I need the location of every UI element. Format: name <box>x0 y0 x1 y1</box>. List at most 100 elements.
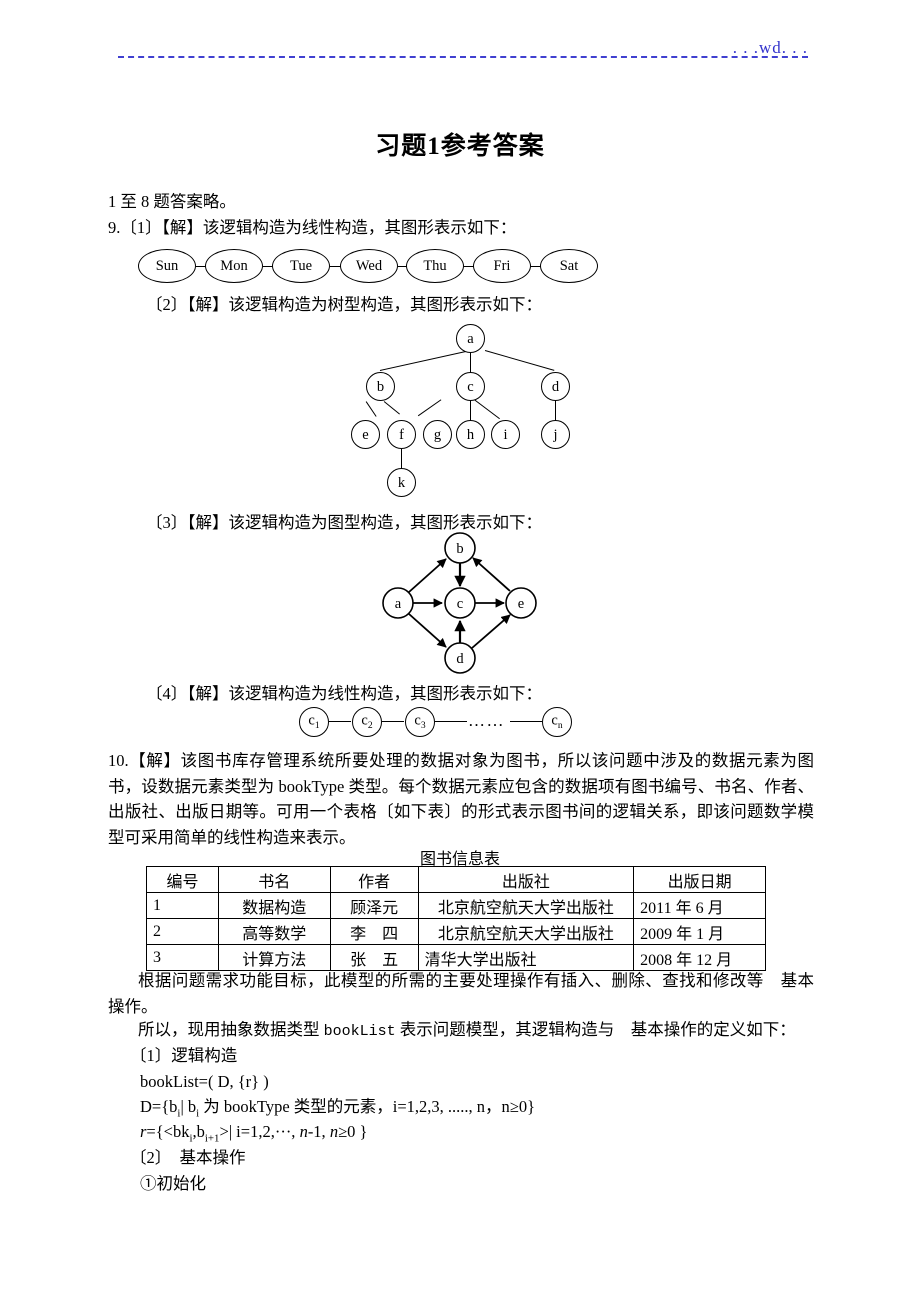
section-basic-operations: 〔2〕 基本操作 <box>130 1148 246 1167</box>
tree-edge-a-b <box>379 350 470 372</box>
tree-node-k: k <box>387 468 416 497</box>
tree-edge-a-d <box>484 350 555 372</box>
c-chain-node-c1: c1 <box>299 707 329 737</box>
tree-node-d: d <box>541 372 570 401</box>
formula-D: D={bi| bi 为 bookType 类型的元素，i=1,2,3, ....… <box>140 1097 536 1120</box>
graph-edge-a-b <box>408 558 447 593</box>
cell-name: 计算方法 <box>217 944 331 971</box>
document-page: . . .wd. . . 习题1参考答案 1 至 8 题答案略。 9.〔1〕【解… <box>0 0 920 1302</box>
table-row: 3 计算方法 张 五 清华大学出版社 2008 年 12 月 <box>146 944 766 971</box>
tree-node-i: i <box>491 420 520 449</box>
c-chain-node-c2: c2 <box>352 707 382 737</box>
c-chain-node-label: c1 <box>308 712 320 732</box>
cell-publisher: 清华大学出版社 <box>417 944 635 971</box>
header-divider <box>118 56 808 58</box>
question-9-1-text: 9.〔1〕【解】该逻辑构造为线性构造，其图形表示如下： <box>108 218 517 237</box>
cell-author: 顾泽元 <box>329 892 419 919</box>
c-chain-edge <box>435 721 467 723</box>
c-chain-ellipsis: …… <box>468 711 505 731</box>
tree-node-label: a <box>467 330 474 347</box>
graph-node-label-e: e <box>518 596 524 612</box>
week-node-wed: Wed <box>340 249 398 283</box>
closing-p2-post: 表示问题模型，其逻辑构造与 基本操作的定义如下： <box>395 1020 796 1039</box>
formula-booklist: bookList=( D, {r} ) <box>140 1072 269 1091</box>
header-watermark: . . .wd. . . <box>732 38 808 57</box>
tree-node-label: k <box>397 474 406 491</box>
tree-node-a: a <box>456 324 485 353</box>
formula-D-part1: D={b <box>140 1097 178 1116</box>
table-row: 2 高等数学 李 四 北京航空航天大学出版社 2009 年 1 月 <box>146 918 766 945</box>
week-node-fri: Fri <box>473 249 531 283</box>
book-info-table: 编号 书名 作者 出版社 出版日期 1 数据构造 顾泽元 北京航空航天大学出版社… <box>146 866 766 971</box>
graph-edge-e-b <box>472 557 511 592</box>
tree-node-g: g <box>423 420 452 449</box>
graph-node-label-d: d <box>456 651 464 667</box>
intro-line: 1 至 8 题答案略。 <box>108 192 236 211</box>
tree-edge-f-k <box>401 449 403 469</box>
closing-paragraph-2: 所以，现用抽象数据类型 bookList 表示问题模型，其逻辑构造与 基本操作的… <box>138 1020 796 1042</box>
graph-diagram: a b c d e <box>382 532 537 674</box>
table-col-publisher: 出版社 <box>417 866 635 893</box>
tree-node-label: j <box>553 426 558 443</box>
c-chain-node-c3: c3 <box>405 707 435 737</box>
c-chain-node-label: cn <box>551 712 563 732</box>
formula-r-part3: ,b <box>192 1122 205 1141</box>
week-node-thu: Thu <box>406 249 464 283</box>
tree-node-label: f <box>399 426 404 443</box>
cell-author: 李 四 <box>329 918 419 945</box>
tree-edge-c-g <box>417 399 442 417</box>
page-header: . . .wd. . . <box>118 38 808 64</box>
week-node-label: Mon <box>220 257 248 274</box>
tree-node-j: j <box>541 420 570 449</box>
graph-node-label-c: c <box>457 596 463 612</box>
tree-node-label: g <box>433 426 442 443</box>
week-node-label: Sun <box>155 257 179 274</box>
formula-r: r={<bki,bi+1>| i=1,2,···, n-1, n≥0 } <box>140 1122 368 1145</box>
cell-date: 2008 年 12 月 <box>633 944 766 971</box>
tree-edge-c-h <box>470 400 472 421</box>
week-node-tue: Tue <box>272 249 330 283</box>
closing-p2-pre: 所以，现用抽象数据类型 <box>138 1020 324 1039</box>
cell-date: 2011 年 6 月 <box>633 892 766 919</box>
formula-D-part2: | b <box>180 1097 197 1116</box>
formula-r-part2: ={<bk <box>146 1122 190 1141</box>
graph-edge-a-d <box>408 613 447 648</box>
tree-node-label: i <box>503 426 508 443</box>
table-row: 1 数据构造 顾泽元 北京航空航天大学出版社 2011 年 6 月 <box>146 892 766 919</box>
tree-node-e: e <box>351 420 380 449</box>
tree-edge-d-j <box>555 400 557 421</box>
section-logic-structure: 〔1〕逻辑构造 <box>130 1046 238 1065</box>
c-chain-edge <box>382 721 404 723</box>
cell-id: 3 <box>146 944 219 971</box>
tree-edge-a-c <box>470 353 472 373</box>
tree-node-label: d <box>551 378 560 395</box>
table-header-row: 编号 书名 作者 出版社 出版日期 <box>146 866 766 893</box>
page-title: 习题1参考答案 <box>375 133 545 160</box>
week-node-label: Fri <box>493 257 511 274</box>
cell-name: 高等数学 <box>217 918 331 945</box>
table-col-date: 出版日期 <box>633 866 766 893</box>
table-col-author: 作者 <box>329 866 419 893</box>
table-col-name: 书名 <box>217 866 331 893</box>
tree-edge-b-e <box>365 401 377 417</box>
tree-node-label: h <box>466 426 475 443</box>
cell-date: 2009 年 1 月 <box>633 918 766 945</box>
tree-node-label: b <box>376 378 385 395</box>
closing-p2-mono: bookList <box>323 1023 396 1040</box>
c-chain-node-label: c3 <box>414 712 426 732</box>
formula-r-part7: n <box>329 1122 339 1141</box>
tree-node-c: c <box>456 372 485 401</box>
graph-node-label-a: a <box>395 596 402 612</box>
formula-r-part4: >| i=1,2,···, <box>219 1122 300 1141</box>
cell-author: 张 五 <box>329 944 419 971</box>
week-node-label: Sat <box>559 257 579 274</box>
closing-paragraph-1: 根据问题需求功能目标，此模型的所需的主要处理操作有插入、删除、查找和修改等 基本… <box>108 971 814 1016</box>
formula-D-part3: 为 bookType 类型的元素，i=1,2,3, ....., n，n≥0} <box>199 1097 536 1116</box>
tree-node-f: f <box>387 420 416 449</box>
week-node-sat: Sat <box>540 249 598 283</box>
paragraph-10: 10.【解】该图书库存管理系统所要处理的数据对象为图书，所以该问题中涉及的数据元… <box>108 751 814 847</box>
c-chain-node-label: c2 <box>361 712 373 732</box>
week-node-label: Thu <box>423 257 447 274</box>
table-col-id: 编号 <box>146 866 219 893</box>
week-node-mon: Mon <box>205 249 263 283</box>
